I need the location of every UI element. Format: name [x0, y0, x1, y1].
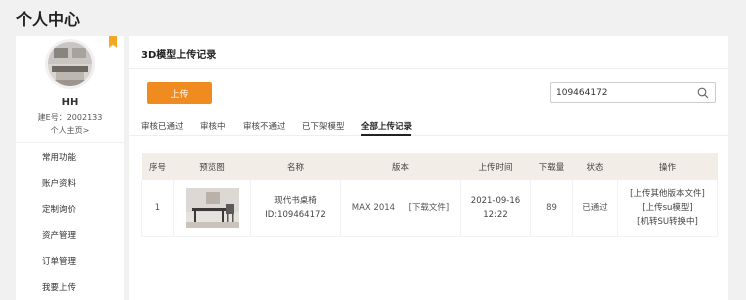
search-input[interactable] [556, 84, 686, 101]
row-preview-cell [173, 180, 251, 237]
sidebar-item-account[interactable]: 账户资料 [42, 177, 76, 189]
column-header-actions: 操作 [617, 153, 718, 180]
column-header-status: 状态 [572, 153, 618, 180]
upload-date: 2021-09-16 [470, 195, 521, 206]
user-name: HH [61, 97, 79, 108]
sidebar-item-orders[interactable]: 订单管理 [42, 255, 76, 267]
main-panel: 3D模型上传记录 上传 审核已通过 审核中 审核不通过 已下架模型 全部上传记录… [129, 36, 728, 300]
row-index: 1 [141, 180, 174, 237]
column-header-index: 序号 [141, 153, 174, 180]
search-box [550, 82, 716, 103]
upload-button[interactable]: 上传 [147, 82, 212, 104]
model-name-link[interactable]: 现代书桌椅 [251, 194, 340, 208]
column-header-upload-time: 上传时间 [460, 153, 531, 180]
upload-other-version-link[interactable]: [上传其他版本文件] [618, 187, 717, 201]
tabs-divider [129, 135, 728, 136]
page-title: 个人中心 [16, 10, 81, 29]
avatar[interactable] [48, 42, 92, 86]
su-conversion-link[interactable]: [机转SU转换中] [618, 215, 717, 229]
row-status: 已通过 [572, 180, 618, 237]
tab-rejected[interactable]: 审核不通过 [243, 120, 286, 132]
sidebar-divider [16, 142, 124, 143]
upload-time: 12:22 [483, 209, 508, 220]
sidebar-item-common-functions[interactable]: 常用功能 [42, 151, 76, 163]
download-file-link[interactable]: [下载文件] [409, 203, 450, 213]
tab-all-uploads[interactable]: 全部上传记录 [361, 120, 412, 132]
upload-su-model-link[interactable]: [上传su模型] [618, 201, 717, 215]
user-id: 建E号：2002133 [37, 113, 103, 122]
sidebar: HH 建E号：2002133 个人主页> 常用功能 账户资料 定制询价 资产管理… [16, 36, 124, 300]
sidebar-item-assets[interactable]: 资产管理 [42, 229, 76, 241]
row-downloads: 89 [530, 180, 573, 237]
column-header-name: 名称 [250, 153, 341, 180]
row-name-cell: 现代书桌椅 ID:109464172 [250, 180, 341, 237]
sidebar-item-upload[interactable]: 我要上传 [42, 281, 76, 293]
avatar-image [48, 42, 92, 86]
preview-image [185, 187, 239, 228]
table-header-row: 序号 预览图 名称 版本 上传时间 下载量 状态 操作 [141, 153, 718, 180]
row-version-cell: MAX 2014 [下载文件] [340, 180, 461, 237]
bookmark-icon [109, 36, 117, 48]
upload-records-table: 序号 预览图 名称 版本 上传时间 下载量 状态 操作 1 现代书桌椅 ID:1… [141, 153, 718, 237]
sidebar-item-custom-inquiry[interactable]: 定制询价 [42, 203, 76, 215]
column-header-version: 版本 [340, 153, 461, 180]
search-icon[interactable] [697, 87, 709, 99]
tab-delisted[interactable]: 已下架模型 [302, 120, 345, 132]
column-header-preview: 预览图 [173, 153, 251, 180]
tab-approved[interactable]: 审核已通过 [141, 120, 184, 132]
active-tab-indicator [361, 134, 411, 136]
row-upload-time-cell: 2021-09-16 12:22 [460, 180, 531, 237]
user-home-link[interactable]: 个人主页> [16, 125, 124, 136]
column-header-downloads: 下载量 [530, 153, 573, 180]
table-row: 1 现代书桌椅 ID:109464172 MAX 2014 [下载文件] 202… [141, 180, 718, 237]
section-title: 3D模型上传记录 [141, 50, 217, 61]
preview-thumbnail[interactable] [185, 187, 239, 228]
version-text: MAX 2014 [351, 202, 396, 213]
model-id: ID:109464172 [265, 209, 326, 220]
row-actions-cell: [上传其他版本文件] [上传su模型] [机转SU转换中] [617, 180, 718, 237]
header-divider [129, 68, 728, 69]
tab-under-review[interactable]: 审核中 [200, 120, 226, 132]
